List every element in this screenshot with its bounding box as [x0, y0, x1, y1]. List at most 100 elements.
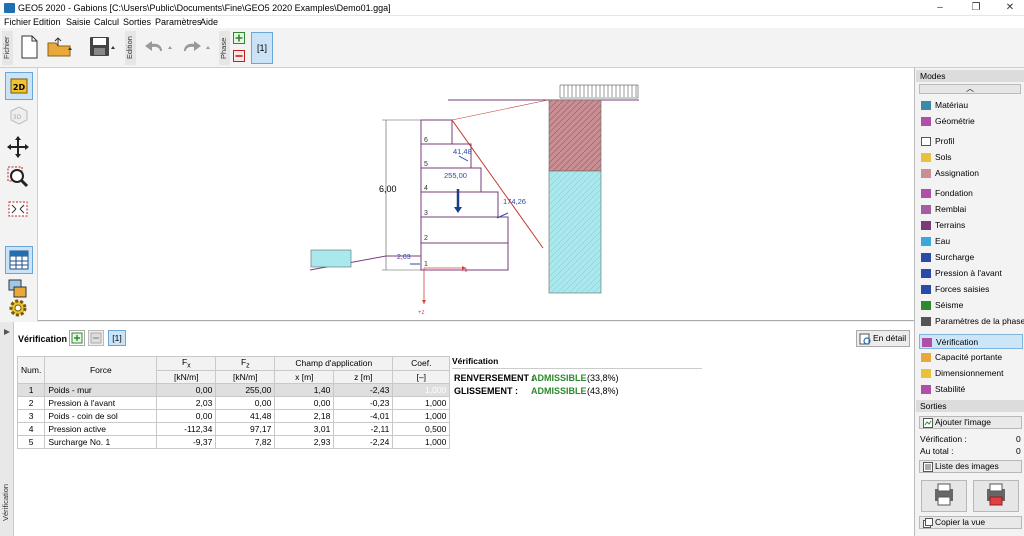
table-view-button[interactable] [5, 246, 33, 274]
open-folder-icon[interactable] [46, 35, 74, 59]
collapse-modes-button[interactable]: ︿ [919, 84, 1021, 94]
cell: 4 [16, 421, 46, 436]
cell: 5 [16, 434, 46, 449]
menu-parametres[interactable]: Paramètres [155, 17, 202, 27]
table-row[interactable]: 3 Poids - coin de sol 0,00 41,48 2,18 -4… [16, 408, 451, 423]
add-verification-icon[interactable] [69, 330, 85, 346]
mode-terrains[interactable]: Terrains [919, 218, 1023, 233]
mode-eau[interactable]: Eau [919, 234, 1023, 249]
menu-bar: Fichier Edition Saisie Calcul Sorties Pa… [0, 16, 1024, 28]
mode-materiau[interactable]: Matériau [919, 98, 1023, 113]
table-row[interactable]: 2 Pression à l'avant 2,03 0,00 0,00 -0,2… [16, 395, 451, 410]
detail-icon [859, 333, 871, 345]
table-row[interactable]: 4 Pression active -112,34 97,17 3,01 -2,… [16, 421, 451, 436]
modes-header: Modes [916, 70, 1024, 82]
gear-icon [9, 299, 27, 317]
mode-remblai[interactable]: Remblai [919, 202, 1023, 217]
mode-stabilite[interactable]: Stabilité [919, 382, 1023, 397]
overturning-status: ADMISSIBLE [531, 373, 587, 383]
cell-editable[interactable]: 1,000 [392, 382, 451, 397]
detail-button[interactable]: En détail [856, 330, 910, 347]
cell: -112,34 [156, 421, 217, 436]
mode-forces-saisies[interactable]: Forces saisies [919, 282, 1023, 297]
new-file-icon[interactable] [18, 34, 40, 60]
cell: 2,03 [156, 395, 217, 410]
menu-sorties[interactable]: Sorties [123, 17, 151, 27]
mode-fondation[interactable]: Fondation [919, 186, 1023, 201]
mode-parametres-phase[interactable]: Paramètres de la phase [919, 314, 1024, 329]
cell-editable[interactable]: 0,500 [392, 421, 451, 436]
menu-calcul[interactable]: Calcul [94, 17, 119, 27]
overturning-label: RENVERSEMENT : [454, 373, 535, 383]
minimize-button[interactable]: – [930, 2, 950, 14]
print-pdf-button[interactable] [973, 480, 1019, 512]
mode-seisme[interactable]: Séisme [919, 298, 1023, 313]
mode-assignation[interactable]: Assignation [919, 166, 1023, 181]
table-row[interactable]: 5 Surcharge No. 1 -9,37 7,82 2,93 -2,24 … [16, 434, 451, 449]
stability-icon [921, 385, 931, 394]
view-2d-button[interactable]: 2D [5, 72, 33, 100]
active-pressure-label: 174,26 [503, 197, 526, 206]
cell: 2,18 [274, 408, 335, 423]
cell: 0,00 [274, 395, 335, 410]
foundation-icon [921, 189, 931, 198]
redo-icon[interactable] [180, 38, 214, 56]
print-button[interactable] [921, 480, 967, 512]
zoom-button[interactable] [5, 164, 33, 192]
cell: 3 [16, 408, 46, 423]
modes-panel: Modes ︿ Matériau Géométrie Profil Sols A… [914, 68, 1024, 536]
unit-coef: [–] [392, 369, 451, 384]
verification-side-tab[interactable]: Vérification [0, 322, 14, 536]
cell-editable[interactable]: 1,000 [392, 434, 451, 449]
2d-icon: 2D [10, 78, 28, 94]
cell: -2,43 [333, 382, 394, 397]
mode-dimensionnement[interactable]: Dimensionnement [919, 366, 1023, 381]
close-button[interactable]: ✕ [1000, 2, 1020, 14]
svg-text:2D: 2D [13, 83, 26, 92]
cell: 1,40 [274, 382, 335, 397]
cell: Poids - coin de sol [44, 408, 158, 423]
settings-button[interactable] [5, 296, 33, 320]
unit-fz: [kN/m] [215, 369, 276, 384]
save-icon[interactable] [88, 35, 118, 59]
layer-number: 4 [424, 185, 428, 192]
image-list-button[interactable]: Liste des images [919, 460, 1022, 473]
menu-fichier[interactable]: Fichier [4, 17, 31, 27]
verification-1-button[interactable]: [1] [108, 330, 126, 346]
table-icon [9, 250, 29, 270]
remove-verification-icon[interactable] [88, 330, 104, 346]
maximize-button[interactable]: ❐ [966, 2, 986, 14]
cell: Surcharge No. 1 [44, 434, 158, 449]
mode-profil[interactable]: Profil [919, 134, 1023, 149]
geometry-icon [921, 117, 931, 126]
mode-sols[interactable]: Sols [919, 150, 1023, 165]
chevron-up-icon: ︿ [966, 84, 974, 93]
image-list-label: Liste des images [935, 461, 999, 471]
cell: 1 [16, 382, 46, 397]
mode-pression-avant[interactable]: Pression à l'avant [919, 266, 1023, 281]
drawing-canvas[interactable]: 6,00 1 2 3 4 5 6 +x +z 255,00 41,48 174,… [38, 68, 914, 321]
add-phase-icon[interactable] [233, 32, 245, 44]
table-row[interactable]: 1 Poids - mur 0,00 255,00 1,40 -2,43 1,0… [16, 382, 451, 397]
remove-phase-icon[interactable] [233, 50, 245, 62]
mode-label: Pression à l'avant [935, 268, 1002, 278]
phase-1-button[interactable]: [1] [251, 32, 273, 64]
expand-arrow-icon[interactable] [3, 328, 11, 336]
pan-button[interactable] [5, 134, 33, 162]
view-3d-button[interactable]: 3D [5, 102, 33, 130]
menu-aide[interactable]: Aide [200, 17, 218, 27]
copy-view-button[interactable]: Copier la vue [919, 516, 1022, 529]
mode-geometrie[interactable]: Géométrie [919, 114, 1023, 129]
mode-surcharge[interactable]: Surcharge [919, 250, 1023, 265]
zoom-extents-button[interactable] [5, 196, 33, 224]
undo-icon[interactable] [142, 38, 176, 56]
cell: 97,17 [215, 421, 276, 436]
menu-edition[interactable]: Edition [33, 17, 61, 27]
add-image-button[interactable]: Ajouter l'image [919, 416, 1022, 429]
mode-verification[interactable]: Vérification [919, 334, 1023, 349]
cell-editable[interactable]: 1,000 [392, 408, 451, 423]
cell-editable[interactable]: 1,000 [392, 395, 451, 410]
x-axis-label: +x [461, 268, 468, 274]
mode-capacite-portante[interactable]: Capacité portante [919, 350, 1023, 365]
menu-saisie[interactable]: Saisie [66, 17, 91, 27]
